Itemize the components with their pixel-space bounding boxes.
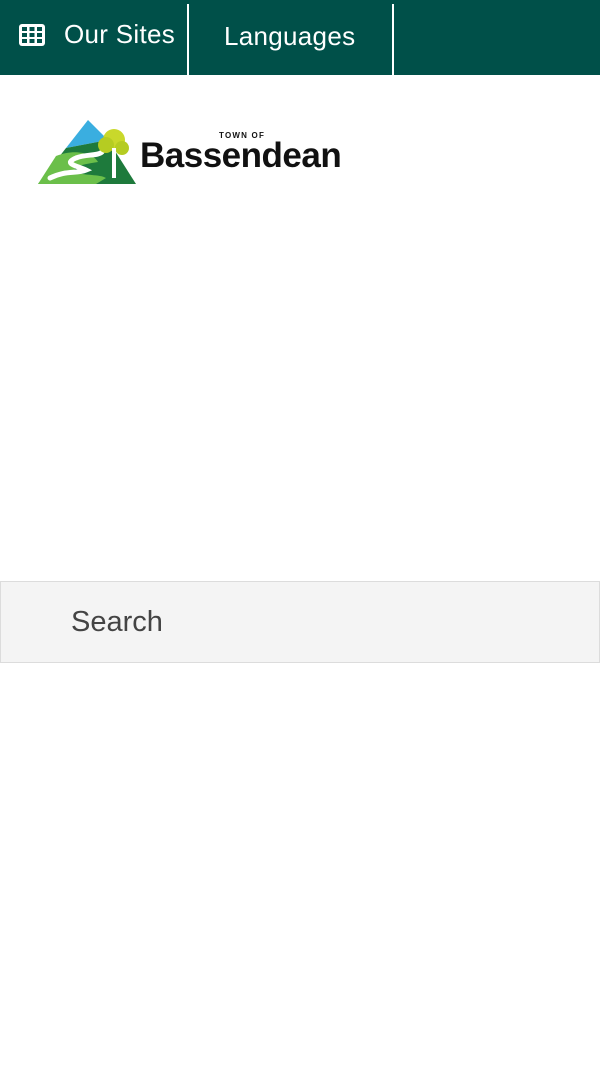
grid-icon [19,24,45,46]
languages-label: Languages [224,21,356,51]
our-sites-label: Our Sites [64,19,176,49]
topbar-divider [392,4,394,75]
search-box [0,581,600,663]
top-utility-bar: Our Sites Languages [0,0,600,75]
search-input[interactable] [71,582,591,662]
site-logo-link[interactable]: TOWN OF Bassendean [36,118,352,188]
languages-button[interactable]: Languages [189,0,392,75]
logo-name-text: Bassendean [140,136,342,175]
our-sites-button[interactable]: Our Sites [0,0,188,75]
town-logo-mark-icon [38,120,136,184]
